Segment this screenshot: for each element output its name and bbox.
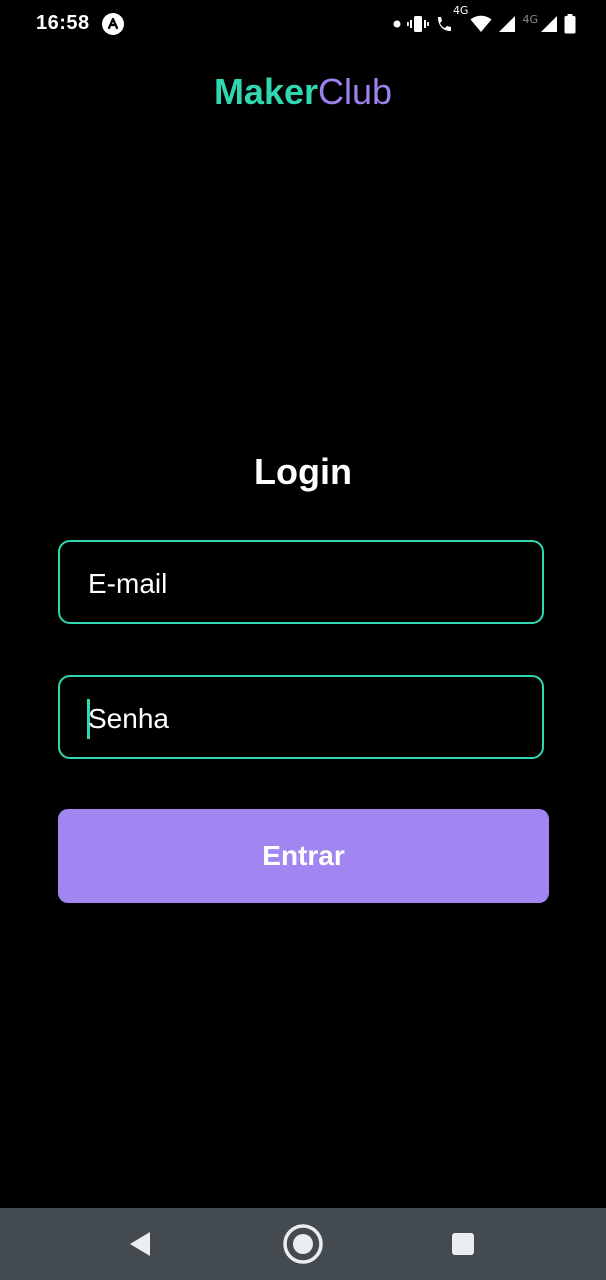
home-button[interactable] [263,1208,343,1280]
status-bar: 16:58 4G 4G [0,0,606,48]
recents-icon [452,1233,474,1255]
volte-call-icon: 4G [435,4,468,34]
login-screen: 16:58 4G 4G MakerClub Login E-mail Senha… [0,0,606,1280]
email-field[interactable]: E-mail [58,540,544,624]
password-field[interactable]: Senha [58,675,544,759]
login-button[interactable]: Entrar [58,809,549,903]
email-placeholder: E-mail [88,568,168,599]
status-icons: 4G 4G [393,4,576,36]
back-button[interactable] [100,1208,180,1280]
navigation-bar [0,1208,606,1280]
battery-icon [564,14,576,34]
wifi-icon [470,15,492,33]
brand-name-part1: Maker [213,71,318,112]
password-placeholder: Senha [88,703,169,734]
app-notification-icon [102,13,124,35]
brand-name-part2: Club [318,71,393,112]
signal-icon-secondary [540,15,558,33]
vibrate-icon [406,14,429,34]
brand-logo: MakerClub [0,70,606,114]
network-label-secondary: 4G [522,12,538,26]
recents-button[interactable] [423,1208,503,1280]
page-title: Login [254,451,352,492]
network-label: 4G [452,4,469,17]
status-time: 16:58 [36,12,90,34]
dot-icon [393,20,401,28]
home-icon [283,1224,323,1264]
signal-icon [498,15,516,33]
back-icon [130,1232,150,1256]
